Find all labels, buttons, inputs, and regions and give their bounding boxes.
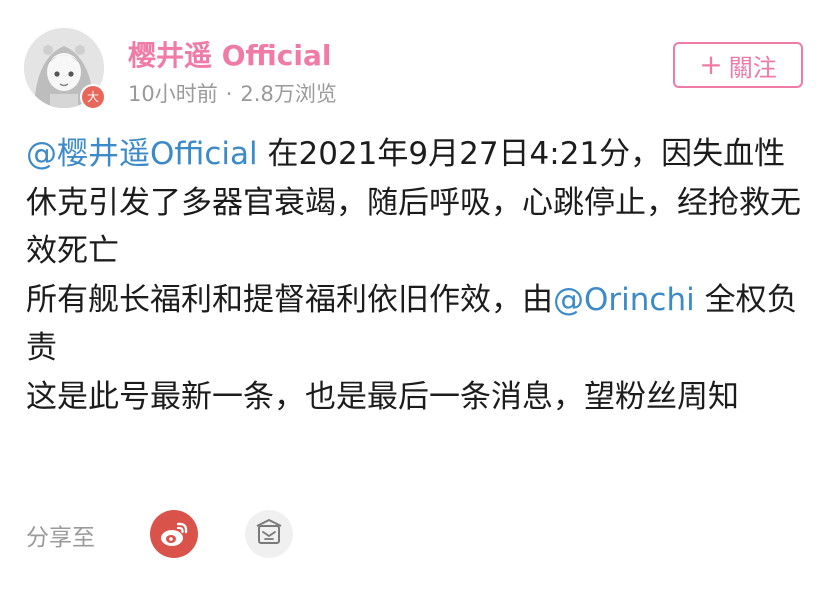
- share-qzone-button[interactable]: [245, 510, 293, 558]
- avatar-badge: 大: [80, 84, 106, 110]
- post-content: @樱井遥Official 在2021年9月27日4:21分，因失血性休克引发了多…: [26, 130, 806, 421]
- mention-link[interactable]: @Orinchi: [553, 282, 695, 318]
- qzone-icon: [256, 519, 282, 544]
- view-count: 2.8万浏览: [240, 82, 337, 106]
- post-time: 10小时前: [128, 82, 218, 106]
- content-text: 所有舰长福利和提督福利依旧作效，由: [26, 281, 553, 318]
- plus-icon: +: [699, 48, 723, 81]
- post-meta: 10小时前 · 2.8万浏览: [128, 78, 337, 108]
- mention-link[interactable]: @樱井遥Official: [26, 136, 258, 172]
- follow-button[interactable]: + 關注: [673, 42, 803, 88]
- content-paragraph-3: 这是此号最新一条，也是最后一条消息，望粉丝周知: [26, 378, 739, 415]
- content-paragraph-2: 所有舰长福利和提督福利依旧作效，由@Orinchi 全权负责: [26, 276, 806, 373]
- content-paragraph-1: @樱井遥Official 在2021年9月27日4:21分，因失血性休克引发了多…: [26, 130, 806, 276]
- weibo-icon: [161, 522, 188, 546]
- username[interactable]: 樱井遥 Official: [128, 34, 331, 74]
- follow-label: 關注: [728, 53, 777, 82]
- share-label: 分享至: [26, 525, 95, 551]
- meta-separator: ·: [225, 82, 233, 106]
- share-weibo-button[interactable]: [150, 510, 198, 558]
